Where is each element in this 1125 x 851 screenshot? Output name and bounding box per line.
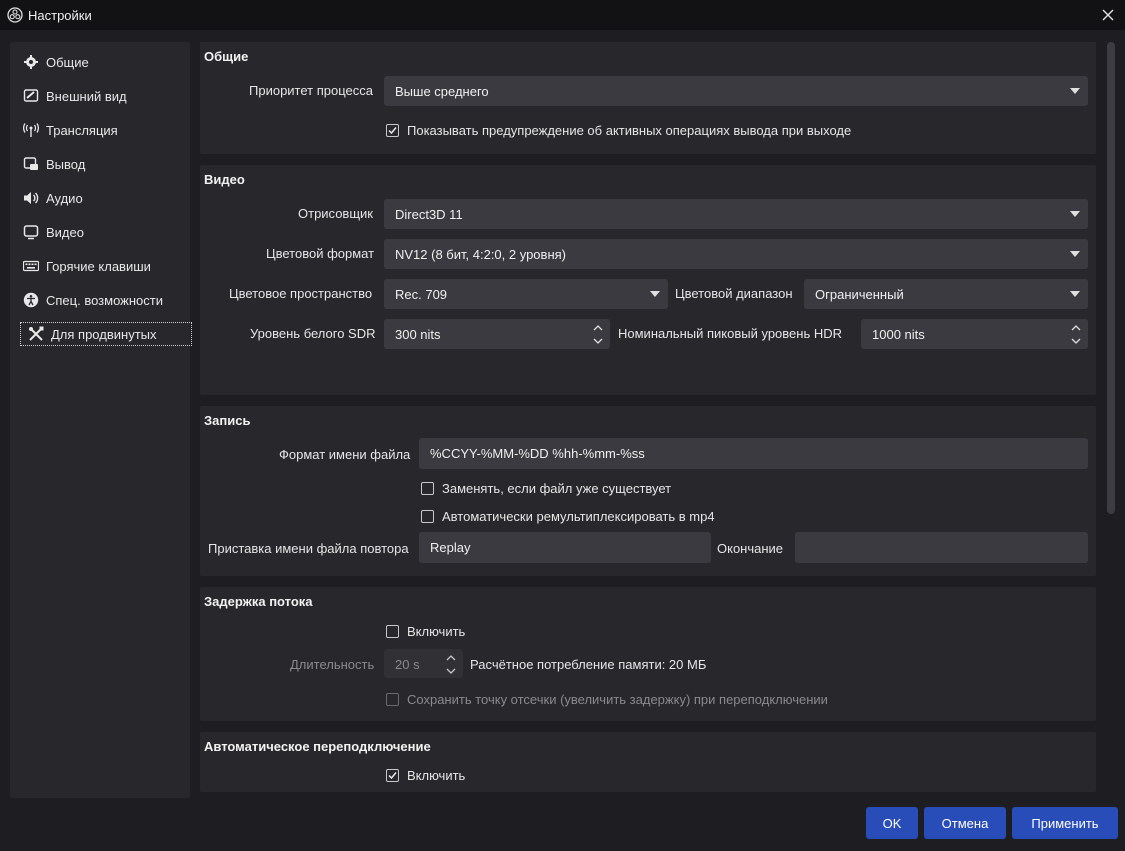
- sidebar-item-hotkeys[interactable]: Горячие клавиши: [16, 255, 184, 277]
- section-recording: Запись Формат имени файла %CCYY-%MM-%DD …: [200, 406, 1096, 576]
- ok-button[interactable]: OK: [866, 807, 918, 839]
- delay-duration-label: Длительность: [290, 657, 375, 672]
- spin-up-icon[interactable]: [590, 321, 606, 334]
- tools-icon: [27, 325, 45, 343]
- chevron-down-icon: [1070, 251, 1080, 257]
- suffix-input[interactable]: [795, 532, 1088, 563]
- speaker-icon: [22, 189, 40, 207]
- suffix-label: Окончание: [717, 541, 784, 556]
- color-format-label: Цветовой формат: [266, 246, 375, 261]
- section-stream-delay: Задержка потока Включить Длительность 20…: [200, 587, 1096, 721]
- apply-button[interactable]: Применить: [1012, 807, 1118, 839]
- title-bar: Настройки: [0, 0, 1125, 30]
- sidebar-item-output[interactable]: Вывод: [16, 153, 184, 175]
- checkbox-box: [386, 124, 399, 137]
- checkbox-box: [386, 625, 399, 638]
- obs-logo-icon: [7, 7, 23, 23]
- checkbox-box: [421, 482, 434, 495]
- color-space-select[interactable]: Rec. 709: [384, 279, 668, 309]
- sidebar-item-label: Общие: [46, 54, 89, 70]
- renderer-select[interactable]: Direct3D 11: [384, 199, 1088, 229]
- replay-prefix-input[interactable]: Replay: [419, 532, 711, 563]
- checkbox-box: [386, 769, 399, 782]
- chevron-down-icon: [650, 291, 660, 297]
- overwrite-file-checkbox[interactable]: Заменять, если файл уже существует: [421, 481, 671, 496]
- color-range-select[interactable]: Ограниченный: [804, 279, 1088, 309]
- hdr-peak-level-label: Номинальный пиковый уровень HDR: [618, 326, 843, 341]
- chevron-down-icon: [1070, 88, 1080, 94]
- gear-icon: [22, 53, 40, 71]
- process-priority-select[interactable]: Выше среднего: [384, 76, 1088, 106]
- sidebar-item-advanced[interactable]: Для продвинутых: [20, 322, 192, 346]
- checkmark-icon: [388, 772, 397, 780]
- sidebar-item-label: Трансляция: [46, 122, 118, 138]
- chevron-down-icon: [1070, 211, 1080, 217]
- output-icon: [22, 155, 40, 173]
- sidebar-item-label: Для продвинутых: [51, 326, 157, 342]
- section-title: Автоматическое переподключение: [204, 739, 431, 754]
- sidebar-item-appearance[interactable]: Внешний вид: [16, 85, 184, 107]
- auto-reconnect-enable-checkbox[interactable]: Включить: [386, 768, 465, 783]
- sidebar-item-accessibility[interactable]: Спец. возможности: [16, 289, 184, 311]
- filename-format-label: Формат имени файла: [279, 447, 411, 462]
- scrollbar-thumb[interactable]: [1107, 42, 1115, 514]
- spin-down-icon[interactable]: [1068, 334, 1084, 347]
- sidebar-item-video[interactable]: Видео: [16, 221, 184, 243]
- spin-up-icon[interactable]: [1068, 321, 1084, 334]
- process-priority-label: Приоритет процесса: [249, 83, 373, 98]
- sidebar-item-stream[interactable]: Трансляция: [16, 119, 184, 141]
- section-title: Задержка потока: [204, 594, 313, 609]
- palette-icon: [22, 87, 40, 105]
- sidebar-item-label: Спец. возможности: [46, 292, 163, 308]
- close-icon[interactable]: [1098, 5, 1118, 25]
- preserve-cutoff-checkbox[interactable]: Сохранить точку отсечки (увеличить задер…: [386, 692, 828, 707]
- sidebar-item-audio[interactable]: Аудио: [16, 187, 184, 209]
- color-format-select[interactable]: NV12 (8 бит, 4:2:0, 2 уровня): [384, 239, 1088, 269]
- section-title: Видео: [204, 172, 245, 187]
- section-title: Общие: [204, 49, 249, 64]
- section-video: Видео Отрисовщик Direct3D 11 Цветовой фо…: [200, 165, 1096, 395]
- stream-delay-enable-checkbox[interactable]: Включить: [386, 624, 465, 639]
- sidebar-item-label: Внешний вид: [46, 88, 127, 104]
- section-title: Запись: [204, 413, 251, 428]
- checkmark-icon: [388, 127, 397, 135]
- spin-down-icon[interactable]: [443, 664, 459, 677]
- sdr-white-level-label: Уровень белого SDR: [250, 326, 376, 341]
- filename-format-input[interactable]: %CCYY-%MM-%DD %hh-%mm-%ss: [419, 438, 1088, 469]
- replay-prefix-label: Приставка имени файла повтора: [208, 541, 409, 556]
- spin-down-icon[interactable]: [590, 334, 606, 347]
- memory-usage-text: Расчётное потребление памяти: 20 МБ: [470, 657, 707, 672]
- sidebar-item-label: Вывод: [46, 156, 86, 172]
- section-general: Общие Приоритет процесса Выше среднего П…: [200, 42, 1096, 154]
- auto-remux-checkbox[interactable]: Автоматически ремультиплексировать в mp4: [421, 509, 715, 524]
- warn-active-outputs-checkbox[interactable]: Показывать предупреждение об активных оп…: [386, 123, 851, 138]
- settings-sidebar: Общие Внешний вид Трансляция Вывод Аудио…: [10, 42, 192, 798]
- monitor-icon: [22, 223, 40, 241]
- cancel-button[interactable]: Отмена: [924, 807, 1006, 839]
- color-space-label: Цветовое пространство: [229, 286, 373, 301]
- hdr-peak-level-spinbox[interactable]: 1000 nits: [861, 319, 1088, 349]
- broadcast-icon: [22, 121, 40, 139]
- accessibility-icon: [22, 291, 40, 309]
- checkbox-box: [421, 510, 434, 523]
- checkbox-box: [386, 693, 399, 706]
- window-title: Настройки: [28, 8, 92, 23]
- sidebar-item-general[interactable]: Общие: [16, 51, 184, 73]
- settings-scrollbar[interactable]: [1106, 42, 1116, 792]
- spin-up-icon[interactable]: [443, 651, 459, 664]
- delay-duration-spinbox[interactable]: 20 s: [384, 649, 463, 678]
- keyboard-icon: [22, 257, 40, 275]
- section-auto-reconnect: Автоматическое переподключение Включить: [200, 732, 1096, 792]
- sidebar-item-label: Аудио: [46, 190, 83, 206]
- sidebar-item-label: Видео: [46, 224, 84, 240]
- chevron-down-icon: [1070, 291, 1080, 297]
- renderer-label: Отрисовщик: [298, 206, 373, 221]
- color-range-label: Цветовой диапазон: [675, 286, 793, 301]
- sdr-white-level-spinbox[interactable]: 300 nits: [384, 319, 610, 349]
- sidebar-item-label: Горячие клавиши: [46, 258, 151, 274]
